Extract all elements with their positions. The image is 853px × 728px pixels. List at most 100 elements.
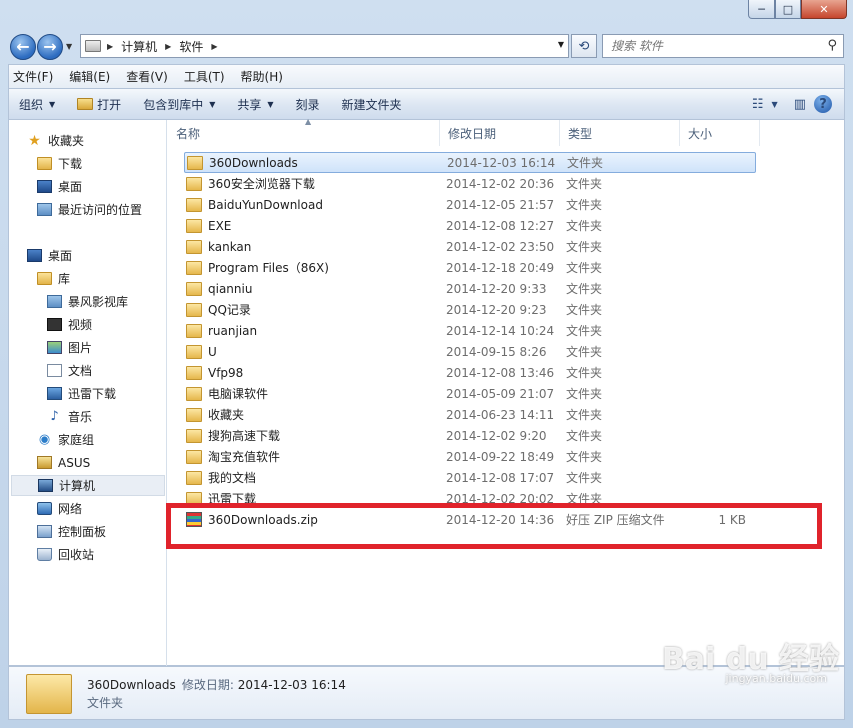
sidebar-item[interactable]: 桌面 — [37, 176, 82, 197]
file-date: 2014-12-08 12:27 — [446, 218, 555, 233]
sidebar-item[interactable]: ♪ 音乐 — [47, 406, 92, 427]
address-dropdown-icon[interactable]: ▼ — [558, 40, 564, 49]
address-bar[interactable]: ▶ 计算机 ▶ 软件 ▶ ▼ — [80, 34, 569, 58]
sidebar-item[interactable]: 计算机 — [11, 475, 165, 496]
sidebar-item[interactable]: 桌面 — [27, 245, 72, 266]
burn-button[interactable]: 刻录 — [296, 96, 320, 113]
file-row[interactable]: EXE 2014-12-08 12:27 文件夹 — [184, 215, 756, 236]
folder-icon — [186, 176, 202, 191]
sidebar-item-label: 计算机 — [59, 479, 96, 493]
column-size[interactable]: 大小 — [680, 120, 760, 146]
sidebar-item[interactable]: 迅雷下载 — [47, 383, 116, 404]
sidebar-item[interactable]: ASUS — [37, 452, 90, 473]
file-row[interactable]: BaiduYunDownload 2014-12-05 21:57 文件夹 — [184, 194, 756, 215]
organize-button[interactable]: 组织 ▼ — [19, 96, 55, 113]
file-name-cell: 我的文档 — [184, 469, 446, 486]
sidebar-item[interactable]: 回收站 — [37, 544, 94, 565]
sidebar-item[interactable]: 下载 — [37, 153, 82, 174]
share-label: 共享 — [237, 97, 262, 112]
column-date[interactable]: 修改日期 — [440, 120, 560, 146]
sidebar-item[interactable]: 库 — [37, 268, 70, 289]
sidebar-item[interactable]: ◉ 家庭组 — [37, 429, 94, 450]
menu-edit[interactable]: 编辑(E) — [69, 68, 110, 85]
file-row[interactable]: 我的文档 2014-12-08 17:07 文件夹 — [184, 467, 756, 488]
sidebar-item-label: 暴风影视库 — [68, 295, 129, 309]
file-date: 2014-12-08 17:07 — [446, 470, 555, 485]
file-row[interactable]: 搜狗高速下载 2014-12-02 9:20 文件夹 — [184, 425, 756, 446]
column-name[interactable]: ▲ 名称 — [168, 117, 440, 146]
sidebar-item[interactable]: 控制面板 — [37, 521, 106, 542]
sidebar-item[interactable]: 网络 — [37, 498, 82, 519]
breadcrumb-separator-icon[interactable]: ▶ — [165, 42, 171, 51]
refresh-button[interactable]: ⟲ — [571, 34, 597, 58]
sidebar-item[interactable]: 最近访问的位置 — [37, 199, 142, 220]
file-row[interactable]: QQ记录 2014-12-20 9:23 文件夹 — [184, 299, 756, 320]
back-button[interactable]: ← — [10, 34, 36, 60]
view-options-icon[interactable]: ☷ — [752, 97, 764, 112]
column-name-label: 名称 — [176, 126, 201, 141]
file-row[interactable]: Vfp98 2014-12-08 13:46 文件夹 — [184, 362, 756, 383]
forward-button[interactable]: → — [37, 34, 63, 60]
file-row[interactable]: 电脑课软件 2014-05-09 21:07 文件夹 — [184, 383, 756, 404]
file-row[interactable]: qianniu 2014-12-20 9:33 文件夹 — [184, 278, 756, 299]
sidebar-item[interactable]: ★ 收藏夹 — [27, 130, 84, 151]
picture-icon — [47, 341, 62, 354]
burn-label: 刻录 — [295, 97, 320, 112]
view-dropdown-icon[interactable]: ▼ — [772, 100, 778, 109]
file-row[interactable]: 360安全浏览器下载 2014-12-02 20:36 文件夹 — [184, 173, 756, 194]
file-name: 搜狗高速下载 — [208, 429, 281, 443]
sidebar-item[interactable]: 暴风影视库 — [47, 291, 128, 312]
sidebar-item[interactable]: 视频 — [47, 314, 92, 335]
file-date: 2014-05-09 21:07 — [446, 386, 555, 401]
computer-icon — [85, 40, 101, 52]
help-icon[interactable]: ? — [814, 95, 832, 113]
file-row[interactable]: 收藏夹 2014-06-23 14:11 文件夹 — [184, 404, 756, 425]
breadcrumb-separator-icon[interactable]: ▶ — [211, 42, 217, 51]
file-row[interactable]: 360Downloads 2014-12-03 16:14 文件夹 — [184, 152, 756, 173]
breadcrumb-separator-icon[interactable]: ▶ — [107, 42, 113, 51]
video-icon — [47, 318, 62, 331]
search-box[interactable]: ⚲ — [602, 34, 844, 58]
menu-view[interactable]: 查看(V) — [126, 68, 168, 85]
close-button[interactable]: ✕ — [801, 0, 847, 19]
file-type: 文件夹 — [566, 366, 603, 380]
file-name: 360Downloads — [209, 155, 298, 170]
history-dropdown-icon[interactable]: ▼ — [66, 42, 72, 51]
sidebar-item-label: 网络 — [58, 502, 83, 516]
breadcrumb-computer[interactable]: 计算机 — [121, 38, 157, 55]
content-area: ★ 收藏夹 下载 桌面 最近访问的位置 桌面库暴风影视库 视频 图片 文档 迅雷下载 ♪ 音乐 ◉ 家庭组… — [8, 117, 845, 666]
file-date: 2014-12-20 9:33 — [446, 281, 547, 296]
preview-pane-icon[interactable]: ▥ — [794, 97, 806, 112]
search-icon[interactable]: ⚲ — [827, 38, 837, 53]
file-row[interactable]: U 2014-09-15 8:26 文件夹 — [184, 341, 756, 362]
breadcrumb-software[interactable]: 软件 — [179, 38, 203, 55]
open-button[interactable]: 打开 — [77, 96, 121, 113]
document-icon — [47, 364, 62, 377]
search-input[interactable] — [611, 39, 811, 53]
user-folder-icon — [37, 456, 52, 469]
file-row[interactable]: ruanjian 2014-12-14 10:24 文件夹 — [184, 320, 756, 341]
file-row[interactable]: Program Files（86X) 2014-12-18 20:49 文件夹 — [184, 257, 756, 278]
file-row[interactable]: kankan 2014-12-02 23:50 文件夹 — [184, 236, 756, 257]
include-in-library-button[interactable]: 包含到库中 ▼ — [143, 96, 215, 113]
sidebar-item[interactable]: 文档 — [47, 360, 92, 381]
menu-help[interactable]: 帮助(H) — [241, 68, 283, 85]
column-type[interactable]: 类型 — [560, 120, 680, 146]
details-date: 2014-12-03 16:14 — [237, 678, 346, 692]
file-type: 文件夹 — [566, 282, 603, 296]
sidebar-item-label: ASUS — [58, 455, 91, 470]
sidebar-item[interactable]: 图片 — [47, 337, 92, 358]
file-name-cell: 收藏夹 — [184, 406, 446, 423]
file-name-cell: ruanjian — [184, 323, 446, 338]
share-button[interactable]: 共享 ▼ — [237, 96, 273, 113]
minimize-button[interactable]: ─ — [748, 0, 775, 19]
include-label: 包含到库中 — [143, 97, 204, 112]
star-icon: ★ — [28, 132, 41, 149]
new-folder-button[interactable]: 新建文件夹 — [342, 96, 402, 113]
menu-tools[interactable]: 工具(T) — [184, 68, 225, 85]
sidebar-item-label: 迅雷下载 — [68, 387, 117, 401]
menu-file[interactable]: 文件(F) — [13, 68, 53, 85]
maximize-button[interactable]: □ — [775, 0, 801, 19]
column-type-label: 类型 — [568, 126, 593, 141]
file-row[interactable]: 淘宝充值软件 2014-09-22 18:49 文件夹 — [184, 446, 756, 467]
